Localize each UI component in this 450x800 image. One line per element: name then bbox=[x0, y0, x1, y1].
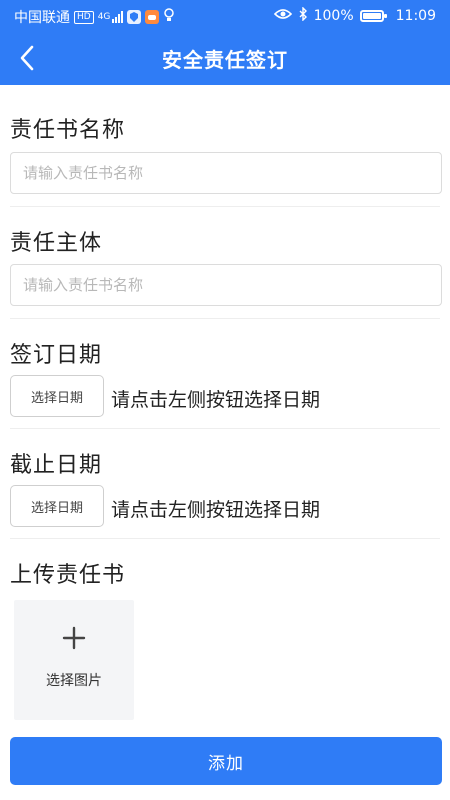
status-bar: 中国联通 HD 4G 100% 11:09 bbox=[0, 0, 450, 32]
upload-label: 选择图片 bbox=[46, 673, 102, 689]
image-upload-box[interactable]: 选择图片 bbox=[14, 600, 134, 720]
nav-header: 安全责任签订 bbox=[0, 32, 450, 85]
subject-section-label: 责任主体 bbox=[10, 231, 103, 256]
responsibility-subject-input[interactable] bbox=[10, 264, 442, 306]
sign-date-select-button[interactable]: 选择日期 bbox=[10, 375, 104, 417]
network-type: 4G bbox=[97, 12, 111, 22]
deadline-select-button[interactable]: 选择日期 bbox=[10, 485, 104, 527]
app-top-bar: 中国联通 HD 4G 100% 11:09 安全责任签订 bbox=[0, 0, 450, 85]
hd-badge: HD bbox=[74, 10, 94, 24]
shield-app-icon bbox=[127, 10, 142, 24]
name-section-label: 责任书名称 bbox=[10, 118, 126, 143]
divider bbox=[10, 428, 440, 429]
upload-section-label: 上传责任书 bbox=[10, 563, 126, 588]
add-button[interactable]: 添加 bbox=[10, 737, 442, 785]
divider bbox=[10, 318, 440, 319]
status-right: 100% 11:09 bbox=[273, 6, 436, 25]
divider bbox=[10, 206, 440, 207]
page-title: 安全责任签订 bbox=[162, 48, 288, 72]
clock-time: 11:09 bbox=[395, 8, 436, 24]
deadline-section-label: 截止日期 bbox=[10, 453, 103, 478]
deadline-hint: 请点击左侧按钮选择日期 bbox=[111, 499, 321, 521]
carrier-name: 中国联通 bbox=[14, 10, 70, 26]
plus-icon bbox=[14, 626, 134, 656]
battery-percent: 100% bbox=[313, 8, 354, 24]
sign-date-hint: 请点击左侧按钮选择日期 bbox=[111, 389, 321, 411]
battery-icon bbox=[359, 10, 387, 22]
divider bbox=[10, 538, 440, 539]
sign-date-section-label: 签订日期 bbox=[10, 343, 103, 368]
signal-icon bbox=[112, 11, 124, 23]
status-left: 中国联通 HD 4G bbox=[14, 7, 175, 27]
game-app-icon bbox=[145, 10, 160, 24]
eye-icon bbox=[273, 8, 292, 24]
responsibility-name-input[interactable] bbox=[10, 152, 442, 194]
bluetooth-icon bbox=[298, 6, 308, 25]
lightbulb-icon bbox=[163, 8, 175, 26]
